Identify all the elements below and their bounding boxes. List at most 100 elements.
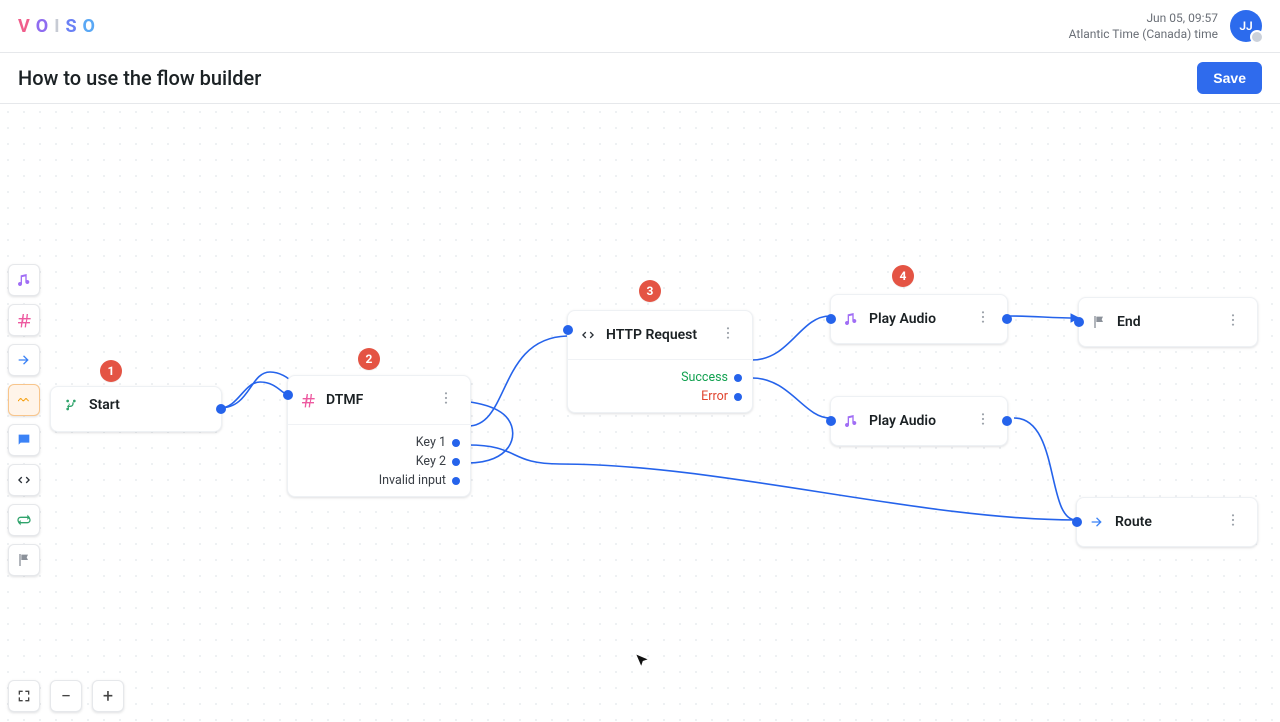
port-dot[interactable] <box>452 458 460 466</box>
port[interactable]: Key 1 <box>298 435 460 450</box>
brand-letter: I <box>54 16 63 37</box>
tool-end[interactable] <box>8 544 40 576</box>
dots-icon <box>1225 512 1241 528</box>
loop-icon <box>16 512 32 528</box>
tool-loop[interactable] <box>8 504 40 536</box>
cursor-icon <box>634 653 650 669</box>
ports: Success Error <box>568 364 752 412</box>
node-menu-button[interactable] <box>971 305 995 333</box>
port-label: Key 1 <box>416 435 446 450</box>
music-icon <box>16 272 32 288</box>
port-out[interactable] <box>1002 416 1012 426</box>
node-end[interactable]: End <box>1078 297 1258 347</box>
clock-time: Jun 05, 09:57 <box>1146 10 1218 26</box>
port[interactable]: Key 2 <box>298 454 460 469</box>
node-title: End <box>1117 314 1141 330</box>
node-title: DTMF <box>326 392 363 408</box>
zoom-out-label: − <box>61 686 71 707</box>
port[interactable]: Error <box>578 389 742 404</box>
brand: V O I S O <box>18 16 99 37</box>
flag-icon <box>1091 314 1107 330</box>
page-title: How to use the flow builder <box>18 66 261 90</box>
avatar[interactable]: JJ <box>1230 10 1262 42</box>
zoom-in-button[interactable]: + <box>92 680 124 712</box>
account-area: Jun 05, 09:57 Atlantic Time (Canada) tim… <box>1069 10 1262 42</box>
port-out[interactable] <box>1002 314 1012 324</box>
port[interactable]: Invalid input <box>298 473 460 488</box>
node-title: HTTP Request <box>606 327 697 343</box>
port-dot[interactable] <box>452 439 460 447</box>
port-in[interactable] <box>1072 517 1082 527</box>
node-route[interactable]: Route <box>1076 497 1258 547</box>
port-in[interactable] <box>283 390 293 400</box>
tool-route[interactable] <box>8 344 40 376</box>
flow-canvas[interactable]: 1234 Start DTMF Key 1 Key 2 Invalid inpu… <box>0 104 1280 722</box>
presence-indicator <box>1250 30 1264 44</box>
port-in[interactable] <box>1074 317 1084 327</box>
tool-dtmf[interactable] <box>8 304 40 336</box>
zoom-in-label: + <box>103 686 113 707</box>
divider <box>568 359 752 360</box>
node-title: Play Audio <box>869 311 936 327</box>
step-badge: 2 <box>358 348 380 370</box>
node-menu-button[interactable] <box>971 407 995 435</box>
tool-rail <box>8 264 38 576</box>
app-bar: V O I S O Jun 05, 09:57 Atlantic Time (C… <box>0 0 1280 53</box>
node-title: Play Audio <box>869 413 936 429</box>
port-in[interactable] <box>826 416 836 426</box>
port-label: Success <box>681 370 728 385</box>
port[interactable]: Success <box>578 370 742 385</box>
dots-icon <box>1225 312 1241 328</box>
brand-letter: O <box>36 16 52 37</box>
title-bar: How to use the flow builder Save <box>0 53 1280 104</box>
step-badge: 4 <box>892 265 914 287</box>
port-dot[interactable] <box>734 393 742 401</box>
node-play-audio[interactable]: Play Audio <box>830 396 1008 446</box>
arrow-right-icon <box>1089 514 1105 530</box>
tool-broadcast[interactable] <box>8 384 40 416</box>
view-controls: − + <box>8 680 124 712</box>
node-title: Start <box>89 397 120 413</box>
fullscreen-icon <box>16 688 32 704</box>
port-out[interactable] <box>216 404 226 414</box>
port-in[interactable] <box>826 314 836 324</box>
port-in[interactable] <box>563 325 573 335</box>
tool-audio[interactable] <box>8 264 40 296</box>
arrow-r-icon <box>16 352 32 368</box>
port-label: Invalid input <box>379 473 446 488</box>
flag-icon <box>16 552 32 568</box>
avatar-initials: JJ <box>1239 19 1252 33</box>
save-button[interactable]: Save <box>1197 62 1262 94</box>
node-title: Route <box>1115 514 1152 530</box>
node-menu-button[interactable] <box>1221 308 1245 336</box>
node-menu-button[interactable] <box>716 321 740 349</box>
brand-letter: O <box>83 16 99 37</box>
tool-http[interactable] <box>8 464 40 496</box>
node-play-audio[interactable]: Play Audio <box>830 294 1008 344</box>
ports: Key 1 Key 2 Invalid input <box>288 429 470 496</box>
code-icon <box>580 327 596 343</box>
port-dot[interactable] <box>452 477 460 485</box>
port-label: Key 2 <box>416 454 446 469</box>
dots-icon <box>975 411 991 427</box>
node-start[interactable]: Start <box>50 386 222 432</box>
brand-letter: V <box>18 16 34 37</box>
port-dot[interactable] <box>734 374 742 382</box>
clock: Jun 05, 09:57 Atlantic Time (Canada) tim… <box>1069 10 1218 42</box>
dots-icon <box>975 309 991 325</box>
zoom-out-button[interactable]: − <box>50 680 82 712</box>
dots-icon <box>438 390 454 406</box>
tool-message[interactable] <box>8 424 40 456</box>
hash-icon <box>300 392 316 408</box>
node-dtmf[interactable]: DTMF Key 1 Key 2 Invalid input <box>287 375 471 497</box>
branch-icon <box>63 397 79 413</box>
fit-button[interactable] <box>8 680 40 712</box>
clock-zone: Atlantic Time (Canada) time <box>1069 26 1218 42</box>
chat-icon <box>16 432 32 448</box>
dots-icon <box>720 325 736 341</box>
node-menu-button[interactable] <box>1221 508 1245 536</box>
step-badge: 1 <box>100 360 122 382</box>
node-menu-button[interactable] <box>434 386 458 414</box>
hash-icon <box>16 312 32 328</box>
node-http-request[interactable]: HTTP Request Success Error <box>567 310 753 413</box>
